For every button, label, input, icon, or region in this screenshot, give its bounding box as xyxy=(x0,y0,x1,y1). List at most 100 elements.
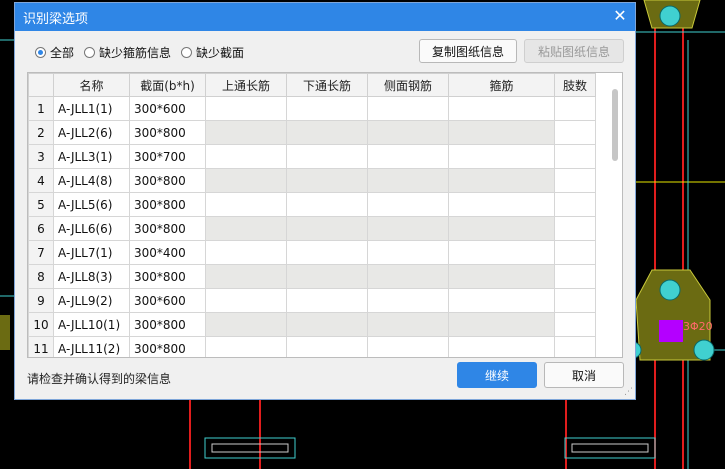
cell-bottom-rebar[interactable] xyxy=(286,216,368,241)
cell-legs[interactable] xyxy=(554,288,596,313)
cell-side-rebar[interactable] xyxy=(367,336,449,357)
cell-legs[interactable] xyxy=(554,96,596,121)
col-header-top-rebar[interactable]: 上通长筋 xyxy=(205,73,287,97)
cell-section[interactable]: 300*400 xyxy=(129,240,206,265)
row-index[interactable]: 10 xyxy=(28,312,54,337)
dialog-titlebar[interactable]: 识别梁选项 ✕ xyxy=(15,3,635,31)
cell-section[interactable]: 300*800 xyxy=(129,216,206,241)
cell-bottom-rebar[interactable] xyxy=(286,120,368,145)
cell-stirrup[interactable] xyxy=(448,144,555,169)
row-index[interactable]: 2 xyxy=(28,120,54,145)
cell-bottom-rebar[interactable] xyxy=(286,96,368,121)
cell-section[interactable]: 300*800 xyxy=(129,312,206,337)
cell-side-rebar[interactable] xyxy=(367,168,449,193)
cell-side-rebar[interactable] xyxy=(367,288,449,313)
filter-missing-section-radio[interactable]: 缺少截面 xyxy=(181,44,244,61)
cell-section[interactable]: 300*800 xyxy=(129,336,206,357)
cell-stirrup[interactable] xyxy=(448,336,555,357)
cell-stirrup[interactable] xyxy=(448,192,555,217)
cell-section[interactable]: 300*700 xyxy=(129,144,206,169)
cell-legs[interactable] xyxy=(554,312,596,337)
cell-section[interactable]: 300*600 xyxy=(129,96,206,121)
cell-top-rebar[interactable] xyxy=(205,288,287,313)
cell-legs[interactable] xyxy=(554,216,596,241)
cell-side-rebar[interactable] xyxy=(367,240,449,265)
cell-stirrup[interactable] xyxy=(448,264,555,289)
paste-drawing-info-button[interactable]: 粘贴图纸信息 xyxy=(524,39,624,63)
table-row[interactable]: 7 A-JLL7(1) 300*400 xyxy=(28,240,596,265)
cell-bottom-rebar[interactable] xyxy=(286,312,368,337)
cell-side-rebar[interactable] xyxy=(367,96,449,121)
row-index[interactable]: 3 xyxy=(28,144,54,169)
table-row[interactable]: 6 A-JLL6(6) 300*800 xyxy=(28,216,596,241)
cell-side-rebar[interactable] xyxy=(367,264,449,289)
cell-side-rebar[interactable] xyxy=(367,120,449,145)
cell-section[interactable]: 300*800 xyxy=(129,264,206,289)
col-header-section[interactable]: 截面(b*h) xyxy=(129,73,206,97)
cell-stirrup[interactable] xyxy=(448,120,555,145)
scrollbar-thumb[interactable] xyxy=(612,89,618,161)
cell-name[interactable]: A-JLL4(8) xyxy=(53,168,130,193)
cell-bottom-rebar[interactable] xyxy=(286,168,368,193)
cell-name[interactable]: A-JLL11(2) xyxy=(53,336,130,357)
cell-stirrup[interactable] xyxy=(448,312,555,337)
cell-legs[interactable] xyxy=(554,144,596,169)
table-row[interactable]: 4 A-JLL4(8) 300*800 xyxy=(28,168,596,193)
row-index[interactable]: 7 xyxy=(28,240,54,265)
table-row[interactable]: 2 A-JLL2(6) 300*800 xyxy=(28,120,596,145)
cell-bottom-rebar[interactable] xyxy=(286,144,368,169)
cell-top-rebar[interactable] xyxy=(205,240,287,265)
cell-legs[interactable] xyxy=(554,240,596,265)
cell-side-rebar[interactable] xyxy=(367,144,449,169)
cell-legs[interactable] xyxy=(554,168,596,193)
col-header-stirrup[interactable]: 箍筋 xyxy=(448,73,555,97)
cell-name[interactable]: A-JLL10(1) xyxy=(53,312,130,337)
cell-legs[interactable] xyxy=(554,192,596,217)
cell-name[interactable]: A-JLL8(3) xyxy=(53,264,130,289)
cell-legs[interactable] xyxy=(554,264,596,289)
filter-missing-stirrup-radio[interactable]: 缺少箍筋信息 xyxy=(84,44,171,61)
cell-top-rebar[interactable] xyxy=(205,144,287,169)
table-row[interactable]: 3 A-JLL3(1) 300*700 xyxy=(28,144,596,169)
table-row[interactable]: 1 A-JLL1(1) 300*600 xyxy=(28,96,596,121)
row-index[interactable]: 8 xyxy=(28,264,54,289)
cell-bottom-rebar[interactable] xyxy=(286,264,368,289)
cancel-button[interactable]: 取消 xyxy=(544,362,624,388)
cell-side-rebar[interactable] xyxy=(367,192,449,217)
table-row[interactable]: 11 A-JLL11(2) 300*800 xyxy=(28,336,596,357)
row-index[interactable]: 9 xyxy=(28,288,54,313)
cell-top-rebar[interactable] xyxy=(205,336,287,357)
table-row[interactable]: 10 A-JLL10(1) 300*800 xyxy=(28,312,596,337)
resize-grip-icon[interactable]: ⋰ xyxy=(624,387,633,397)
row-index[interactable]: 1 xyxy=(28,96,54,121)
cell-bottom-rebar[interactable] xyxy=(286,240,368,265)
cell-bottom-rebar[interactable] xyxy=(286,192,368,217)
table-row[interactable]: 5 A-JLL5(6) 300*800 xyxy=(28,192,596,217)
cell-stirrup[interactable] xyxy=(448,288,555,313)
cell-bottom-rebar[interactable] xyxy=(286,336,368,357)
continue-button[interactable]: 继续 xyxy=(457,362,537,388)
row-index[interactable]: 4 xyxy=(28,168,54,193)
table-row[interactable]: 8 A-JLL8(3) 300*800 xyxy=(28,264,596,289)
row-index[interactable]: 5 xyxy=(28,192,54,217)
cell-top-rebar[interactable] xyxy=(205,120,287,145)
cell-side-rebar[interactable] xyxy=(367,312,449,337)
col-header-name[interactable]: 名称 xyxy=(53,73,130,97)
cell-section[interactable]: 300*600 xyxy=(129,288,206,313)
cell-name[interactable]: A-JLL6(6) xyxy=(53,216,130,241)
cell-name[interactable]: A-JLL9(2) xyxy=(53,288,130,313)
cell-stirrup[interactable] xyxy=(448,168,555,193)
cell-name[interactable]: A-JLL1(1) xyxy=(53,96,130,121)
cell-top-rebar[interactable] xyxy=(205,168,287,193)
close-icon[interactable]: ✕ xyxy=(611,7,629,25)
cell-top-rebar[interactable] xyxy=(205,192,287,217)
cell-section[interactable]: 300*800 xyxy=(129,192,206,217)
col-header-legs[interactable]: 肢数 xyxy=(554,73,596,97)
cell-name[interactable]: A-JLL7(1) xyxy=(53,240,130,265)
filter-all-radio[interactable]: 全部 xyxy=(35,44,74,61)
cell-stirrup[interactable] xyxy=(448,216,555,241)
cell-top-rebar[interactable] xyxy=(205,96,287,121)
cell-name[interactable]: A-JLL2(6) xyxy=(53,120,130,145)
cell-name[interactable]: A-JLL5(6) xyxy=(53,192,130,217)
col-header-bottom-rebar[interactable]: 下通长筋 xyxy=(286,73,368,97)
